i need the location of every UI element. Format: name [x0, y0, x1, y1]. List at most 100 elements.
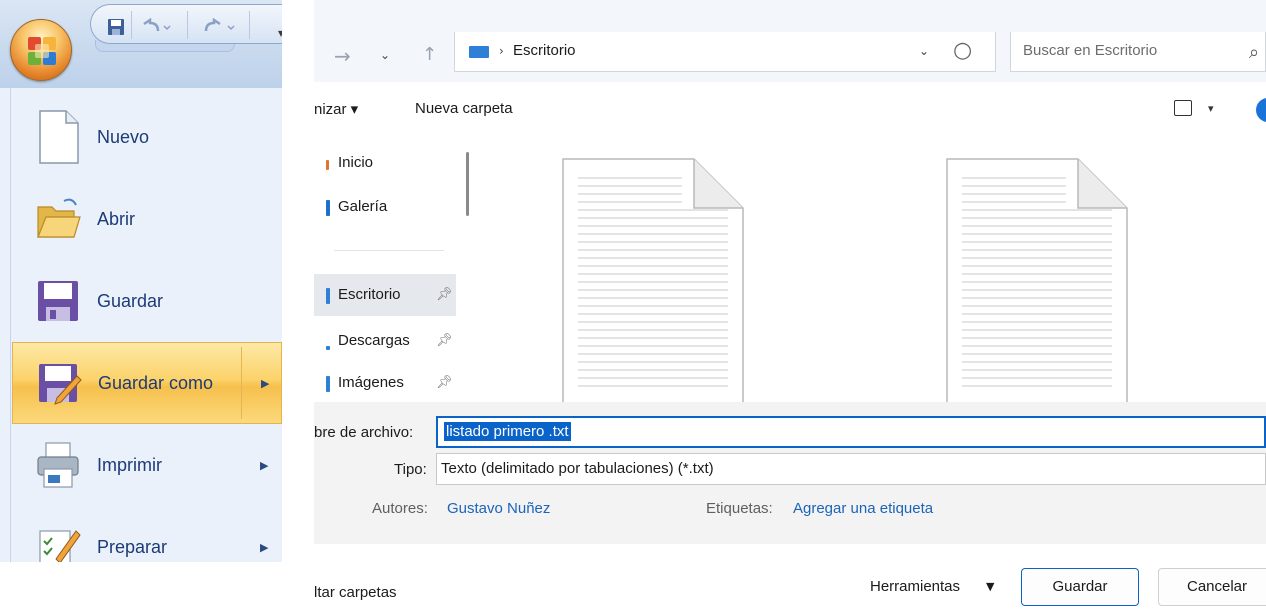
organize-menu-button[interactable]: nizar ▾ — [314, 100, 358, 118]
new-document-icon — [39, 110, 79, 164]
tools-menu-button[interactable]: Herramientas — [870, 578, 960, 595]
search-input[interactable]: Buscar en Escritorio — [1023, 42, 1157, 59]
nav-item-escritorio[interactable]: Escritorio 📌︎ — [314, 274, 456, 316]
file-list — [480, 130, 1266, 404]
authors-link[interactable]: Gustavo Nuñez — [447, 500, 550, 517]
submenu-arrow-icon[interactable]: ▶ — [260, 541, 268, 554]
pin-icon[interactable]: 📌︎ — [436, 374, 453, 390]
save-as-icon — [39, 364, 82, 405]
dialog-command-bar: nizar ▾ Nueva carpeta ▾ — [314, 90, 1266, 130]
qat-separator — [187, 11, 188, 39]
submenu-split — [241, 347, 242, 419]
view-dropdown-icon[interactable]: ▾ — [1208, 102, 1214, 115]
save-button[interactable]: Guardar — [1021, 568, 1139, 606]
office-button[interactable] — [10, 19, 72, 81]
nav-item-imagenes[interactable]: Imágenes 📌︎ — [314, 362, 456, 404]
forward-arrow-icon[interactable]: → — [334, 44, 351, 68]
view-options-icon[interactable] — [1174, 100, 1192, 116]
qat-separator — [249, 11, 250, 39]
nav-item-label: Descargas — [338, 332, 410, 349]
save-form: bre de archivo: listado primero .txt Tip… — [314, 402, 1266, 544]
menu-item-label: Guardar — [97, 290, 164, 311]
qat-customize-button[interactable]: ▾ — [276, 21, 282, 45]
dialog-footer: ltar carpetas Herramientas ▼ Guardar Can… — [314, 544, 1266, 614]
add-tag-link[interactable]: Agregar una etiqueta — [793, 500, 933, 517]
submenu-arrow-icon[interactable]: ▶ — [261, 377, 269, 390]
undo-icon — [143, 18, 171, 32]
help-icon[interactable] — [1256, 98, 1266, 122]
cancel-button[interactable]: Cancelar — [1158, 568, 1266, 606]
menu-item-label: Nuevo — [97, 126, 150, 147]
pin-icon[interactable]: 📌︎ — [436, 286, 453, 302]
up-arrow-icon[interactable]: ↑ — [422, 44, 437, 65]
nav-item-inicio[interactable]: Inicio — [314, 142, 456, 184]
recent-locations-chevron-icon[interactable]: ⌄ — [380, 48, 390, 62]
qat-redo-button[interactable] — [203, 15, 237, 39]
quick-access-toolbar: ▾ — [90, 4, 282, 44]
menu-item-abrir[interactable]: Abrir — [12, 178, 282, 260]
pictures-icon — [326, 376, 330, 392]
downloads-icon — [326, 346, 330, 350]
menu-item-label: Abrir — [97, 208, 136, 229]
nav-item-descargas[interactable]: Descargas 📌︎ — [314, 320, 456, 362]
redo-icon — [204, 18, 235, 32]
nav-item-galeria[interactable]: Galería — [314, 186, 456, 228]
office-logo-icon — [28, 37, 56, 65]
menu-item-imprimir[interactable]: Imprimir ▶ — [12, 424, 282, 506]
qat-save-button[interactable] — [105, 15, 127, 39]
address-dropdown-icon[interactable]: ⌄ — [919, 44, 929, 58]
save-as-dialog: → ⌄ ↑ › Escritorio ⌄ ○ Buscar en Escrito… — [314, 0, 1266, 614]
save-icon — [108, 19, 124, 35]
menu-item-label: Imprimir — [97, 454, 162, 475]
office-menu: ▾ Nuevo Abrir Guardar Guardar como ▶ Imp… — [0, 0, 282, 562]
address-path[interactable]: Escritorio — [513, 42, 576, 59]
menu-item-label: Preparar — [97, 536, 168, 557]
office-titlebar: ▾ — [0, 0, 282, 88]
menu-divider — [10, 88, 11, 562]
qat-undo-button[interactable] — [139, 15, 173, 39]
text-file-icon[interactable] — [946, 158, 1128, 404]
new-folder-button[interactable]: Nueva carpeta — [415, 100, 513, 117]
submenu-arrow-icon[interactable]: ▶ — [260, 459, 268, 472]
navigation-pane: Inicio Galería Escritorio 📌︎ Descargas 📌… — [314, 132, 474, 402]
office-menu-panel: Nuevo Abrir Guardar Guardar como ▶ Impri… — [0, 88, 282, 562]
menu-item-guardar[interactable]: Guardar — [12, 260, 282, 342]
menu-item-preparar[interactable]: Preparar ▶ — [12, 506, 282, 562]
text-file-icon[interactable] — [562, 158, 744, 404]
menu-item-nuevo[interactable]: Nuevo — [12, 96, 282, 178]
desktop-icon — [326, 288, 330, 304]
save-icon — [38, 281, 78, 321]
nav-item-label: Imágenes — [338, 374, 404, 391]
screenshot-stage: ▾ Nuevo Abrir Guardar Guardar como ▶ Imp… — [0, 0, 1266, 614]
menu-item-guardar-como[interactable]: Guardar como ▶ — [12, 342, 282, 424]
filename-label: bre de archivo: — [314, 424, 414, 441]
file-type-value: Texto (delimitado por tabulaciones) (*.t… — [441, 460, 714, 477]
filename-input[interactable]: listado primero .txt — [436, 416, 1266, 448]
prepare-icon — [39, 530, 81, 562]
nav-item-label: Inicio — [338, 154, 374, 171]
organize-label: nizar — [314, 101, 347, 118]
search-icon[interactable]: ⌕ — [1249, 42, 1259, 63]
file-type-label: Tipo: — [394, 461, 427, 478]
pin-icon[interactable]: 📌︎ — [436, 332, 453, 348]
breadcrumb-chevron-icon[interactable]: › — [499, 44, 504, 58]
search-box[interactable]: Buscar en Escritorio ⌕ — [1010, 32, 1266, 72]
menu-item-label: Guardar como — [98, 372, 214, 393]
tags-label: Etiquetas: — [706, 500, 773, 517]
gallery-icon — [326, 200, 330, 216]
home-icon — [326, 160, 329, 170]
refresh-icon[interactable]: ○ — [953, 38, 972, 63]
address-bar[interactable]: › Escritorio ⌄ ○ — [454, 32, 996, 72]
filename-value[interactable]: listado primero .txt — [444, 422, 571, 441]
nav-scrollbar[interactable] — [466, 152, 469, 216]
open-folder-icon — [37, 198, 81, 238]
folder-icon — [469, 46, 489, 58]
dialog-navigation-bar: → ⌄ ↑ › Escritorio ⌄ ○ Buscar en Escrito… — [314, 0, 1266, 82]
nav-divider — [334, 250, 444, 251]
file-type-select[interactable]: Texto (delimitado por tabulaciones) (*.t… — [436, 453, 1266, 485]
printer-icon — [37, 442, 79, 488]
tools-dropdown-icon[interactable]: ▼ — [986, 580, 994, 593]
nav-item-label: Escritorio — [338, 286, 401, 303]
authors-label: Autores: — [372, 500, 428, 517]
hide-folders-toggle[interactable]: ltar carpetas — [314, 584, 397, 601]
